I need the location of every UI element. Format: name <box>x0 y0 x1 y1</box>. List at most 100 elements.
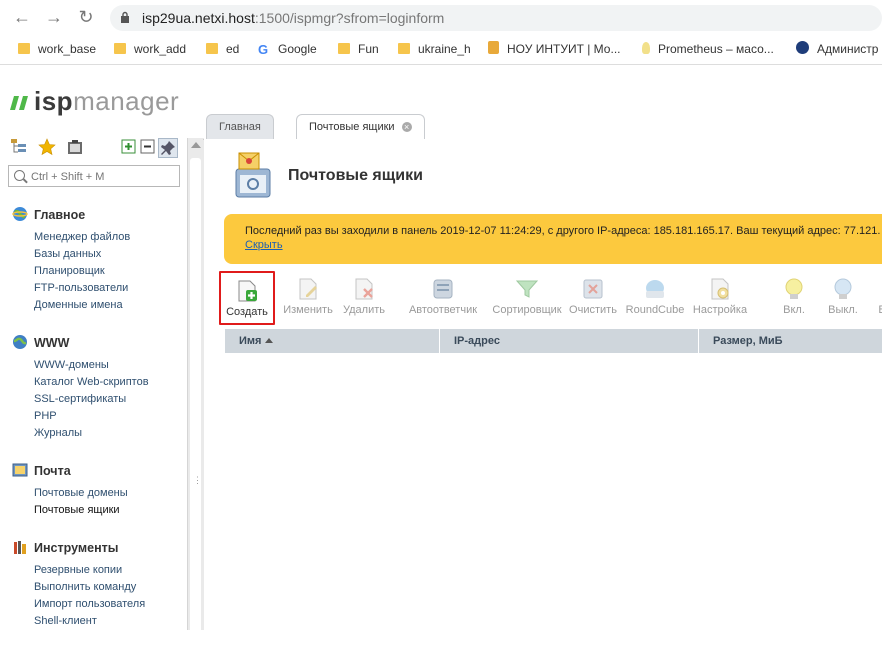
settings-button[interactable]: Настройка <box>690 271 750 321</box>
create-icon <box>238 280 257 302</box>
more-button[interactable]: В <box>872 271 882 321</box>
column-label: Размер, МиБ <box>713 335 783 347</box>
forward-icon[interactable]: → <box>44 7 64 27</box>
delete-icon <box>355 278 373 300</box>
splitter-grip-icon[interactable]: ⋮ <box>193 475 202 486</box>
sidebar-item-ssl[interactable]: SSL-сертификаты <box>34 393 126 405</box>
bulb-icon <box>642 42 650 54</box>
www-icon <box>13 335 27 349</box>
pin-icon[interactable] <box>158 138 178 158</box>
section-title: WWW <box>34 336 70 350</box>
browser-address-bar: ← → ↻ isp29ua.netxi.host:1500/ispmgr?sfr… <box>0 0 882 34</box>
page-title: Почтовые ящики <box>288 167 423 184</box>
sidebar-item-import-user[interactable]: Импорт пользователя <box>34 598 145 610</box>
collapse-all-icon[interactable] <box>139 138 157 156</box>
column-size[interactable]: Размер, МиБ <box>699 329 882 353</box>
column-name[interactable]: Имя <box>225 329 440 353</box>
sidebar-item-shell-client[interactable]: Shell-клиент <box>34 615 97 627</box>
reload-icon[interactable]: ↻ <box>76 7 96 27</box>
sidebar-item-scheduler[interactable]: Планировщик <box>34 265 105 277</box>
sidebar-item-ftp-users[interactable]: FTP-пользователи <box>34 282 128 294</box>
edit-label: Изменить <box>283 304 333 316</box>
enable-button[interactable]: Вкл. <box>776 271 812 321</box>
tree-view-icon[interactable] <box>10 138 28 156</box>
folder-icon <box>114 43 126 54</box>
bookmark-intuit[interactable]: НОУ ИНТУИТ | Мо... <box>488 41 620 57</box>
folder-icon <box>398 43 410 54</box>
scroll-up-icon[interactable] <box>191 142 201 148</box>
clear-button[interactable]: Очистить <box>566 271 620 321</box>
bookmark-google[interactable]: G Google <box>258 41 317 57</box>
search-icon <box>14 170 25 181</box>
sidebar-item-domain-names[interactable]: Доменные имена <box>34 299 123 311</box>
bookmark-work-add[interactable]: work_add <box>114 41 186 57</box>
expand-all-icon[interactable] <box>120 138 138 156</box>
section-title: Инструменты <box>34 541 119 555</box>
last-login-notice: Последний раз вы заходили в панель 2019-… <box>224 214 882 264</box>
roundcube-icon <box>646 280 664 298</box>
create-button[interactable]: Создать <box>219 271 275 325</box>
column-ip[interactable]: IP-адрес <box>440 329 699 353</box>
sidebar-item-databases[interactable]: Базы данных <box>34 248 101 260</box>
main-content: Почтовые ящики Последний раз вы заходили… <box>204 139 882 630</box>
bookmark-fun[interactable]: Fun <box>338 41 379 57</box>
sidebar-item-backups[interactable]: Резервные копии <box>34 564 122 576</box>
bookmark-ed[interactable]: ed <box>206 41 239 57</box>
more-label: В <box>872 304 882 316</box>
sidebar-item-mail-domains[interactable]: Почтовые домены <box>34 487 128 499</box>
logo-suffix: manager <box>73 86 180 116</box>
tab-main[interactable]: Главная <box>206 114 274 139</box>
section-title: Почта <box>34 464 71 478</box>
delete-button[interactable]: Удалить <box>338 271 390 321</box>
enable-label: Вкл. <box>783 304 805 316</box>
sidebar-item-file-manager[interactable]: Менеджер файлов <box>34 231 130 243</box>
filter-label: Сортировщик <box>492 304 562 316</box>
disable-button[interactable]: Выкл. <box>824 271 862 321</box>
tools-icon <box>14 541 26 554</box>
star-icon[interactable] <box>38 138 56 156</box>
bookmarks-bar: work_base work_add ed G Google Fun ukrain… <box>0 34 882 65</box>
edit-button[interactable]: Изменить <box>280 271 336 321</box>
close-tab-icon[interactable]: × <box>401 122 412 132</box>
url-field[interactable]: isp29ua.netxi.host:1500/ispmgr?sfrom=log… <box>110 5 882 31</box>
bookmark-prometheus[interactable]: Prometheus – масо... <box>642 41 774 57</box>
scroll-thumb[interactable] <box>190 158 201 668</box>
back-icon[interactable]: ← <box>12 7 32 27</box>
bookmark-admin[interactable]: Администр <box>796 41 878 57</box>
disable-label: Выкл. <box>828 304 858 316</box>
tab-mailboxes[interactable]: Почтовые ящики × <box>296 114 425 140</box>
folder-icon <box>18 43 30 54</box>
mailbox-table-header: Имя IP-адрес Размер, МиБ <box>225 329 882 353</box>
bookmark-work-base[interactable]: work_base <box>18 41 96 57</box>
settings-icon <box>711 278 729 300</box>
filter-button[interactable]: Сортировщик <box>488 271 566 321</box>
sidebar-item-web-scripts[interactable]: Каталог Web-скриптов <box>34 376 149 388</box>
section-title: Главное <box>34 208 86 222</box>
bookmark-ukraine-h[interactable]: ukraine_h <box>398 41 471 57</box>
sidebar-item-run-command[interactable]: Выполнить команду <box>34 581 136 593</box>
delete-label: Удалить <box>343 304 385 316</box>
clear-icon <box>583 279 603 299</box>
menu-search[interactable] <box>8 165 180 187</box>
column-label: IP-адрес <box>454 335 500 347</box>
clear-label: Очистить <box>569 304 617 316</box>
mailbox-toolbar: Создать Изменить Удалить Автоответчик Со… <box>216 271 882 325</box>
sidebar-scrollbar[interactable]: ⋮ <box>187 138 204 668</box>
google-icon: G <box>258 42 269 57</box>
sidebar-item-www-domains[interactable]: WWW-домены <box>34 359 109 371</box>
sidebar-item-mailboxes[interactable]: Почтовые ящики <box>34 504 120 516</box>
roundcube-button[interactable]: RoundCube <box>624 271 686 321</box>
menu-search-input[interactable] <box>29 168 178 186</box>
edit-icon <box>299 278 317 300</box>
sidebar-item-logs[interactable]: Журналы <box>34 427 82 439</box>
autoresponder-button[interactable]: Автоответчик <box>406 271 480 321</box>
hide-notice-link[interactable]: Скрыть <box>245 239 283 251</box>
intuit-icon <box>488 41 499 54</box>
notice-text: Последний раз вы заходили в панель 2019-… <box>245 225 881 237</box>
logo-mark-icon <box>10 96 28 110</box>
clipboard-icon[interactable] <box>66 138 84 156</box>
column-label: Имя <box>239 335 262 347</box>
sidebar-item-php[interactable]: PHP <box>34 410 57 422</box>
mailbox-page-icon <box>235 152 271 198</box>
lock-icon <box>121 11 129 23</box>
